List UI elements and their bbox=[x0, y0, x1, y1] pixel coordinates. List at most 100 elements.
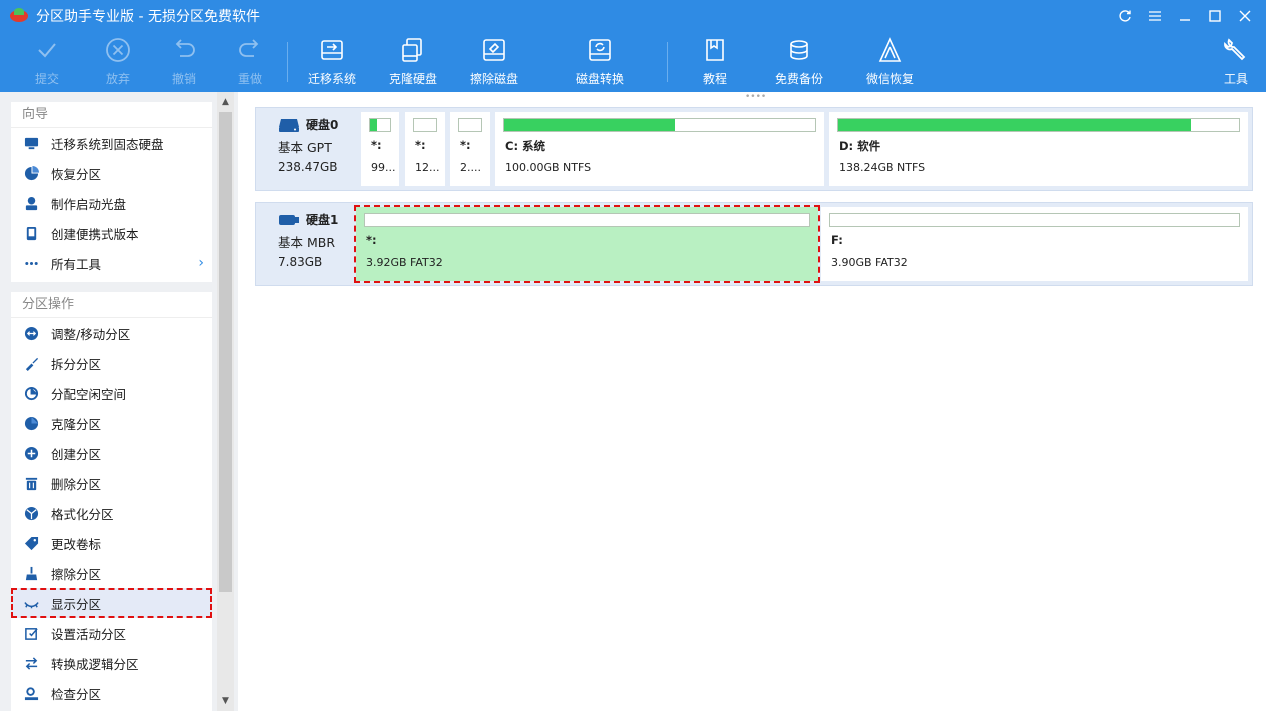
partition-info: 3.90GB FAT32 bbox=[831, 256, 908, 269]
sidebar-item-convert-logical[interactable]: 转换成逻辑分区 bbox=[11, 648, 212, 678]
disk-type: 基本 MBR bbox=[278, 235, 336, 250]
partition-block-f[interactable]: F: 3.90GB FAT32 bbox=[821, 207, 1248, 281]
sidebar-item-format-partition[interactable]: 格式化分区 bbox=[11, 498, 212, 528]
allocate-space-icon bbox=[23, 385, 39, 401]
sidebar-item-check-partition[interactable]: 检查分区 bbox=[11, 678, 212, 708]
wipe-disk-icon bbox=[483, 39, 505, 61]
scroll-down-icon[interactable]: ▼ bbox=[217, 693, 234, 709]
menu-icon[interactable] bbox=[1140, 0, 1170, 32]
sidebar-scrollbar[interactable]: ▲ ▼ bbox=[217, 92, 234, 711]
undo-icon bbox=[175, 39, 195, 57]
usage-bar bbox=[458, 118, 482, 132]
sidebar-item-label: 创建分区 bbox=[51, 446, 102, 462]
discard-label: 放弃 bbox=[105, 72, 130, 86]
sidebar-item-wipe-partition[interactable]: 擦除分区 bbox=[11, 558, 212, 588]
convert-disk-label: 磁盘转换 bbox=[576, 72, 625, 86]
undo-label: 撤销 bbox=[171, 72, 196, 86]
partition-name: C: 系统 bbox=[505, 139, 546, 153]
commit-button[interactable]: 提交 bbox=[33, 36, 61, 90]
scroll-thumb[interactable] bbox=[219, 112, 232, 592]
disk-1-row[interactable]: 硬盘1 基本 MBR 7.83GB *: 3.92GB FAT32 F: 3.9… bbox=[255, 202, 1253, 286]
partition-name: *: bbox=[366, 233, 377, 247]
sidebar-item-unhide-partition[interactable]: 显示分区 bbox=[11, 588, 212, 618]
window-title: 分区助手专业版 - 无损分区免费软件 bbox=[36, 9, 260, 25]
partition-info: 138.24GB NTFS bbox=[839, 161, 926, 174]
sidebar-item-label: 擦除分区 bbox=[51, 566, 102, 582]
splitter-grip[interactable]: •••• bbox=[745, 92, 766, 102]
toolbar-divider bbox=[667, 42, 668, 82]
sidebar-item-split-partition[interactable]: 拆分分区 bbox=[11, 348, 212, 378]
sidebar-item-portable-version[interactable]: 创建便携式版本 bbox=[11, 218, 212, 248]
partition-block[interactable]: *: 99... bbox=[361, 112, 399, 186]
partition-name: *: bbox=[371, 138, 382, 152]
operations-panel: 分区操作 调整/移动分区 拆分分区 分配空闲空间 克隆分区 创建分区 删除分区 … bbox=[11, 292, 212, 711]
partition-info: 2.... bbox=[460, 161, 481, 174]
partition-block[interactable]: *: 12... bbox=[405, 112, 445, 186]
migrate-os-button[interactable]: 迁移系统 bbox=[308, 36, 356, 90]
clone-disk-label: 克隆硬盘 bbox=[389, 72, 438, 86]
sidebar-item-allocate-space[interactable]: 分配空闲空间 bbox=[11, 378, 212, 408]
undo-button[interactable]: 撤销 bbox=[170, 36, 198, 90]
sidebar-item-migrate-ssd[interactable]: 迁移系统到固态硬盘 bbox=[11, 128, 212, 158]
disk-1-info[interactable]: 硬盘1 基本 MBR 7.83GB bbox=[256, 203, 356, 285]
partition-name: D: 软件 bbox=[839, 139, 881, 153]
partition-name: F: bbox=[831, 233, 843, 247]
sidebar-item-label: 制作启动光盘 bbox=[51, 196, 127, 212]
wechat-recovery-label: 微信恢复 bbox=[866, 72, 915, 86]
create-partition-icon bbox=[23, 445, 39, 461]
partition-block-c[interactable]: C: 系统 100.00GB NTFS bbox=[495, 112, 824, 186]
partition-block[interactable]: *: 2.... bbox=[450, 112, 490, 186]
wizard-panel: 向导 迁移系统到固态硬盘 恢复分区 制作启动光盘 创建便携式版本 所有工具 › bbox=[11, 102, 212, 282]
free-backup-label: 免费备份 bbox=[775, 72, 824, 86]
app-logo-icon bbox=[10, 8, 28, 24]
tools-label: 工具 bbox=[1223, 72, 1248, 86]
delete-partition-icon bbox=[23, 475, 39, 491]
discard-icon bbox=[106, 38, 130, 62]
hard-disk-icon bbox=[279, 118, 299, 132]
operations-title: 分区操作 bbox=[11, 292, 212, 318]
refresh-icon[interactable] bbox=[1110, 0, 1140, 32]
redo-button[interactable]: 重做 bbox=[236, 36, 264, 90]
sidebar-item-create-partition[interactable]: 创建分区 bbox=[11, 438, 212, 468]
partition-block-d[interactable]: D: 软件 138.24GB NTFS bbox=[829, 112, 1248, 186]
disk-size: 238.47GB bbox=[278, 160, 338, 174]
wipe-partition-icon bbox=[23, 565, 39, 581]
usage-bar bbox=[413, 118, 437, 132]
sidebar-item-bootable-media[interactable]: 制作启动光盘 bbox=[11, 188, 212, 218]
sidebar-item-label: 分配空闲空间 bbox=[51, 386, 127, 402]
wipe-disk-button[interactable]: 擦除磁盘 bbox=[470, 36, 518, 90]
wechat-recovery-button[interactable]: 微信恢复 bbox=[866, 36, 914, 90]
tutorial-button[interactable]: 教程 bbox=[701, 36, 729, 90]
scroll-up-icon[interactable]: ▲ bbox=[217, 94, 234, 110]
usage-bar bbox=[829, 213, 1240, 227]
disk-0-row[interactable]: 硬盘0 基本 GPT 238.47GB *: 99... *: 12... *:… bbox=[255, 107, 1253, 191]
sidebar-item-resize-partition[interactable]: 调整/移动分区 bbox=[11, 318, 212, 348]
free-backup-button[interactable]: 免费备份 bbox=[775, 36, 823, 90]
disk-name: 硬盘1 bbox=[306, 213, 339, 227]
sidebar-item-set-active[interactable]: 设置活动分区 bbox=[11, 618, 212, 648]
discard-button[interactable]: 放弃 bbox=[104, 36, 132, 90]
maximize-icon[interactable] bbox=[1200, 0, 1230, 32]
sidebar-item-label: 转换成逻辑分区 bbox=[51, 656, 139, 672]
sidebar-item-recover-partition[interactable]: 恢复分区 bbox=[11, 158, 212, 188]
tools-button[interactable]: 工具 bbox=[1222, 36, 1250, 90]
convert-disk-button[interactable]: 磁盘转换 bbox=[576, 36, 624, 90]
disk-type: 基本 GPT bbox=[278, 140, 332, 155]
sidebar-item-clone-partition[interactable]: 克隆分区 bbox=[11, 408, 212, 438]
redo-icon bbox=[239, 39, 259, 57]
migrate-ssd-icon bbox=[23, 135, 39, 151]
usage-bar bbox=[837, 118, 1240, 132]
toolbar-divider bbox=[287, 42, 288, 82]
disk-0-info[interactable]: 硬盘0 基本 GPT 238.47GB bbox=[256, 108, 356, 190]
minimize-icon[interactable] bbox=[1170, 0, 1200, 32]
bootable-media-icon bbox=[23, 195, 39, 211]
sidebar-item-delete-partition[interactable]: 删除分区 bbox=[11, 468, 212, 498]
sidebar-item-change-label[interactable]: 更改卷标 bbox=[11, 528, 212, 558]
usb-disk-icon bbox=[279, 214, 299, 225]
partition-block-selected[interactable]: *: 3.92GB FAT32 bbox=[354, 205, 820, 283]
clone-disk-button[interactable]: 克隆硬盘 bbox=[389, 36, 437, 90]
convert-logical-icon bbox=[23, 655, 39, 671]
close-icon[interactable] bbox=[1230, 0, 1260, 32]
sidebar-item-all-tools[interactable]: 所有工具 › bbox=[11, 248, 212, 278]
partition-info: 3.92GB FAT32 bbox=[366, 256, 443, 269]
